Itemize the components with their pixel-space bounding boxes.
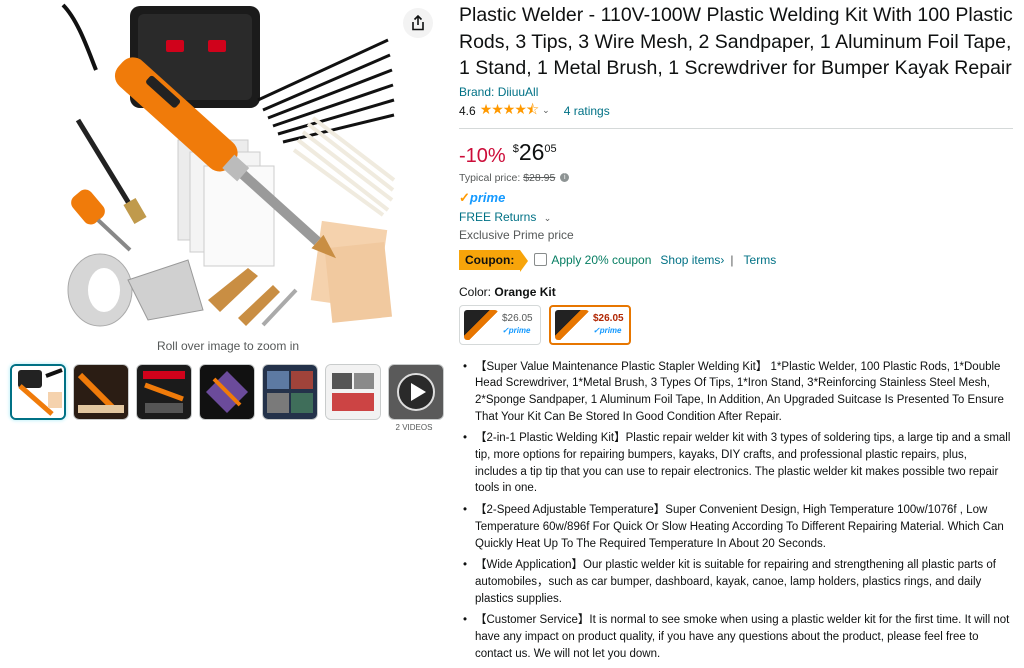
selected-color-name: Orange Kit — [494, 284, 556, 299]
prime-badge: ✓prime — [459, 190, 1019, 206]
product-page: Roll over image to zoom in 2 VIDEOS Plas… — [0, 0, 1024, 668]
thumbnail-image — [12, 366, 64, 418]
coupon-checkbox[interactable] — [534, 253, 548, 266]
typical-price: Typical price: $28.95 i — [459, 172, 1019, 184]
star-rating-icon[interactable]: ★★★★⯪ — [480, 99, 539, 123]
share-button[interactable] — [403, 8, 433, 38]
thumbnail-4[interactable] — [199, 364, 255, 420]
video-thumbnail-image — [389, 365, 443, 419]
info-icon[interactable]: i — [560, 173, 570, 183]
feature-bullet: 【2-Speed Adjustable Temperature】Super Co… — [459, 502, 1011, 552]
color-swatches: $26.05 ✓prime $26.05 ✓prime — [459, 304, 1019, 345]
thumbnail-5[interactable] — [262, 364, 318, 420]
divider — [459, 127, 1013, 129]
thumbnail-image — [263, 365, 317, 419]
thumbnail-image — [137, 365, 191, 419]
feature-bullet: 【Wide Application】Our plastic welder kit… — [459, 557, 1011, 607]
swatch-text: $26.05 ✓prime — [502, 313, 533, 337]
thumbnail-image — [200, 365, 254, 419]
feature-bullet: 【Super Value Maintenance Plastic Stapler… — [459, 359, 1011, 426]
free-returns-label: FREE Returns — [459, 209, 537, 224]
color-swatch-2[interactable]: $26.05 ✓prime — [549, 304, 631, 345]
free-returns-link[interactable]: FREE Returns ⌄ — [459, 210, 1019, 224]
welding-kit-illustration — [61, 3, 396, 327]
color-label: Color: Orange Kit — [459, 285, 1019, 299]
chevron-down-icon: ⌄ — [543, 212, 552, 223]
product-detail: Plastic Welder - 110V-100W Plastic Weldi… — [459, 0, 1019, 667]
rating-value: 4.6 — [459, 103, 476, 118]
typical-price-value: $28.95 — [523, 171, 556, 184]
feature-bullet: 【2-in-1 Plastic Welding Kit】Plastic repa… — [459, 430, 1011, 497]
thumbnail-image — [74, 365, 128, 419]
swatch-price: $26.05 — [593, 312, 624, 324]
apply-coupon-label[interactable]: Apply 20% coupon — [551, 253, 651, 267]
swatch-price: $26.05 — [502, 312, 533, 324]
price-row: -10% $ 26 05 — [459, 139, 1019, 169]
discount-percent: -10% — [459, 144, 506, 167]
typical-price-label: Typical price: — [459, 171, 521, 184]
exclusive-prime-price: Exclusive Prime price — [459, 227, 574, 242]
product-title: Plastic Welder - 110V-100W Plastic Weldi… — [459, 4, 1013, 79]
swatch-prime: ✓prime — [502, 325, 531, 335]
color-swatch-1[interactable]: $26.05 ✓prime — [459, 304, 541, 345]
chevron-down-icon[interactable]: ⌄ — [542, 105, 550, 116]
thumbnail-1[interactable] — [10, 364, 66, 420]
prime-label: prime — [469, 189, 506, 205]
video-thumbnail[interactable] — [388, 364, 444, 420]
color-label-text: Color: — [459, 284, 492, 299]
swatch-prime: ✓prime — [593, 325, 622, 335]
main-product-image[interactable] — [58, 0, 398, 330]
feature-bullets: 【Super Value Maintenance Plastic Stapler… — [459, 359, 1011, 663]
coupon-row: Coupon: Apply 20% coupon Shop items› | T… — [459, 249, 1019, 272]
price-fraction: 05 — [544, 142, 557, 155]
thumbnail-3[interactable] — [136, 364, 192, 420]
swatch-text: $26.05 ✓prime — [593, 313, 624, 337]
swatch-image — [464, 309, 498, 340]
terms-link[interactable]: Terms — [744, 253, 777, 267]
separator: | — [730, 252, 734, 267]
rating-row: 4.6 ★★★★⯪ ⌄ 4 ratings — [459, 101, 1019, 119]
coupon-badge: Coupon: — [459, 249, 529, 272]
thumbnail-strip — [10, 364, 444, 420]
ratings-count-link[interactable]: 4 ratings — [564, 104, 610, 118]
prime-check-icon: ✓ — [459, 189, 470, 205]
thumbnail-image — [326, 365, 380, 419]
shop-items-link[interactable]: Shop items› — [660, 253, 724, 267]
feature-bullet: 【Customer Service】It is normal to see sm… — [459, 612, 1011, 662]
price-whole: 26 — [518, 138, 545, 165]
thumbnail-6[interactable] — [325, 364, 381, 420]
thumbnail-2[interactable] — [73, 364, 129, 420]
share-icon — [412, 15, 424, 31]
brand-link[interactable]: Brand: DiiuuAll — [459, 85, 1019, 99]
swatch-image — [555, 309, 589, 340]
videos-count-label: 2 VIDEOS — [395, 423, 433, 432]
zoom-hint: Roll over image to zoom in — [156, 339, 300, 353]
